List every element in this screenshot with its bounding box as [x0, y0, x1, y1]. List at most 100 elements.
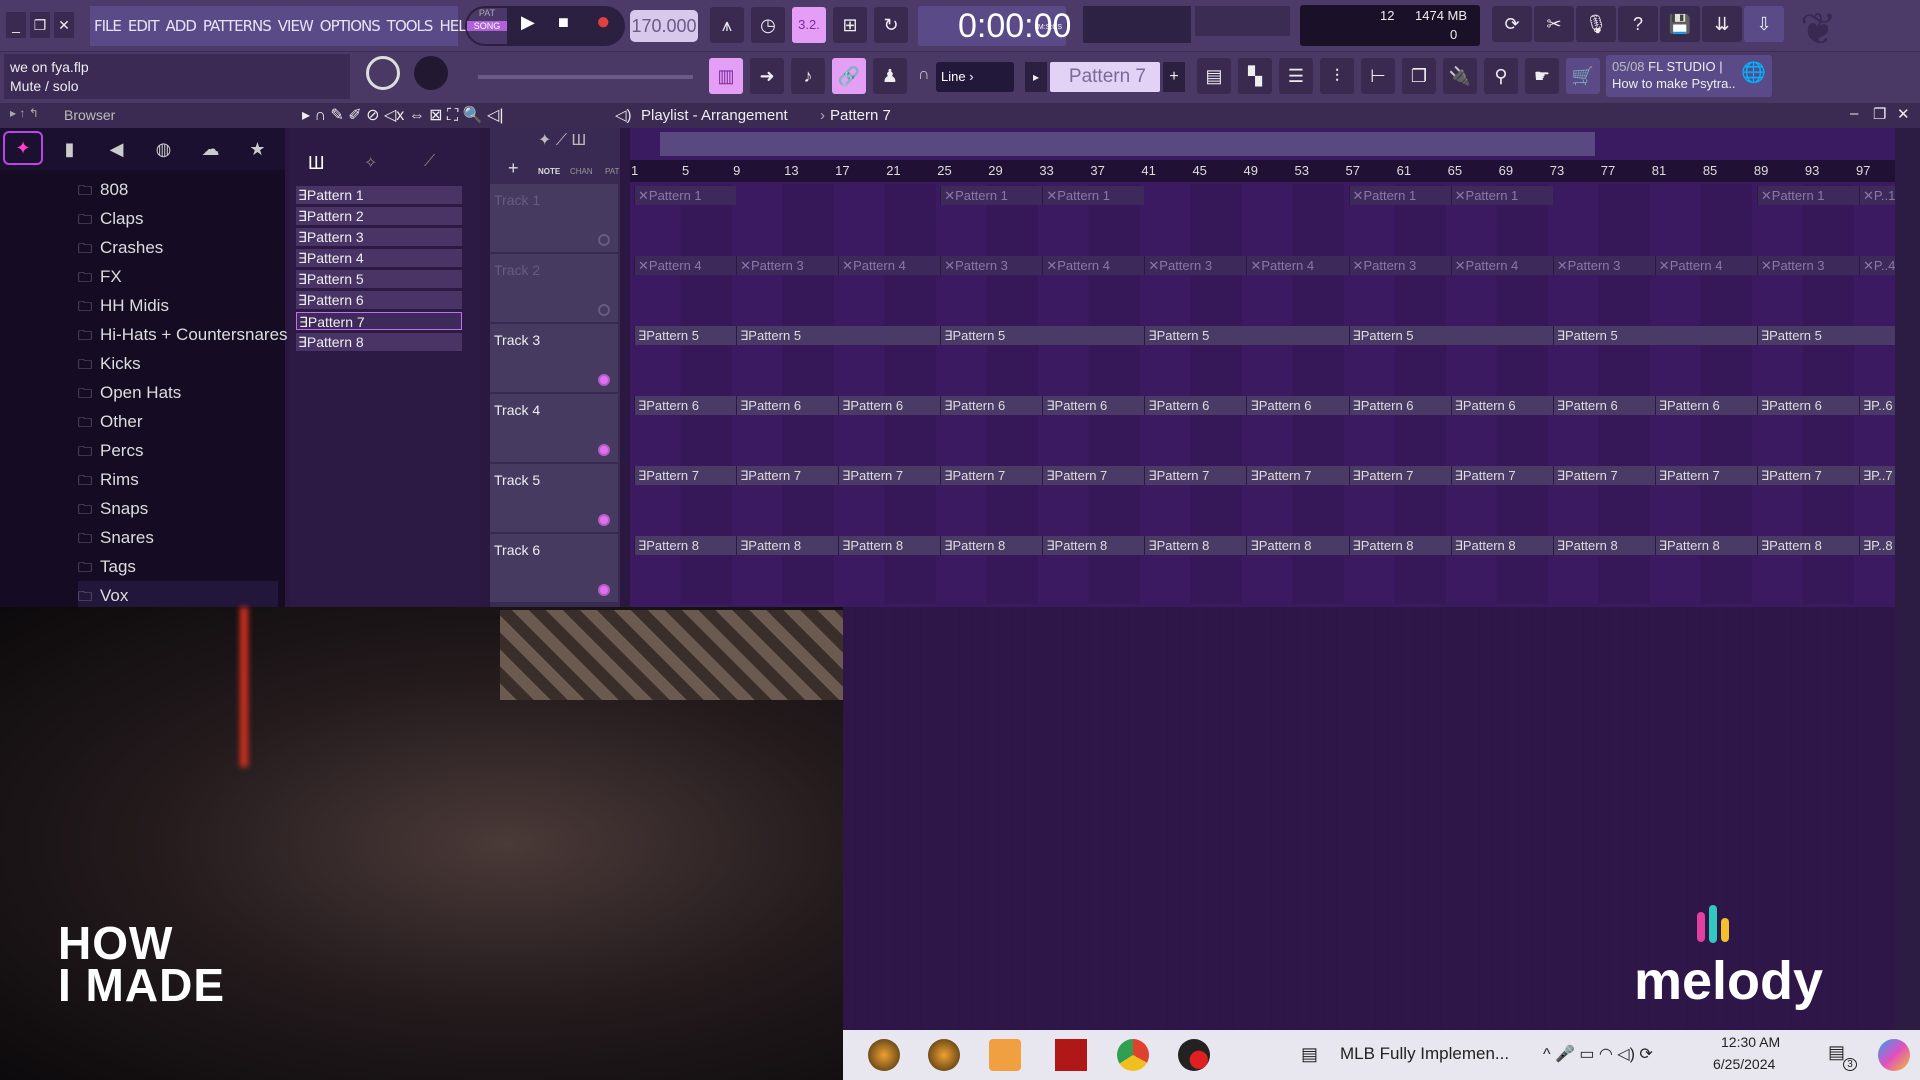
star-tab-icon[interactable]: ★ [234, 128, 281, 170]
tab-pat[interactable]: PAT [605, 167, 619, 176]
pattern-item[interactable]: ∃Pattern 4 [296, 249, 462, 267]
browser-folder[interactable]: 🗀 Open Hats [78, 378, 181, 407]
pattern-clip[interactable]: ∃Pattern 6 [940, 396, 1043, 415]
menu-view[interactable]: VIEW [278, 17, 314, 35]
undo-icon[interactable]: ⟳ [1492, 6, 1532, 42]
pattern-clip[interactable]: ∃Pattern 7 [1348, 466, 1451, 485]
pattern-clip[interactable]: ✕Pattern 4 [634, 256, 737, 275]
pattern-clip[interactable]: ∃Pattern 8 [1246, 536, 1349, 555]
pattern-clip[interactable]: ∃Pattern 7 [1552, 466, 1655, 485]
track-header[interactable]: Track 4 [490, 394, 618, 462]
browser-folder[interactable]: 🗀 HH Midis [78, 291, 169, 320]
pattern-clip[interactable]: ∃Pattern 6 [1144, 396, 1247, 415]
pattern-clip[interactable]: ✕P..1 [1858, 186, 1895, 205]
pattern-clip[interactable]: ∃Pattern 6 [1348, 396, 1451, 415]
record-button[interactable]: ● [596, 8, 611, 36]
pattern-clip[interactable]: ∃Pattern 7 [1450, 466, 1553, 485]
microphone-icon[interactable]: 🎙 [1576, 6, 1616, 42]
pattern-clip[interactable]: ✕Pattern 3 [1348, 256, 1451, 275]
audio-icon[interactable]: ✧ [364, 153, 377, 173]
playlist-close-button[interactable]: ✕ [1897, 105, 1910, 123]
browser-folder[interactable]: 🗀 Vox [78, 581, 278, 610]
browser-folder[interactable]: 🗀 FX [78, 262, 122, 291]
pattern-clip[interactable]: ∃Pattern 7 [634, 466, 737, 485]
step-edit-icon[interactable]: ⊞ [833, 7, 867, 43]
scissors-icon[interactable]: ✂ [1534, 6, 1574, 42]
globe-tab-icon[interactable]: ◍ [140, 128, 187, 170]
pattern-clip[interactable]: ∃Pattern 7 [838, 466, 941, 485]
touch-controller-icon[interactable]: ⚲ [1484, 58, 1518, 94]
vertical-scrollbar[interactable] [1895, 128, 1920, 1030]
pattern-clip[interactable]: ✕P..4 [1858, 256, 1895, 275]
pattern-clip[interactable]: ∃Pattern 8 [634, 536, 737, 555]
track-mute-led[interactable] [598, 374, 610, 386]
channel-rack-icon[interactable]: ☰ [1279, 58, 1313, 94]
track-header[interactable]: Track 1 [490, 184, 618, 252]
pattern-clip[interactable]: ✕Pattern 4 [1450, 256, 1553, 275]
link-icon[interactable]: 🔗 [832, 58, 866, 94]
download-icon[interactable]: ⇩ [1744, 6, 1784, 42]
track-header[interactable]: Track 2 [490, 254, 618, 322]
pattern-clip[interactable]: ∃Pattern 7 [736, 466, 839, 485]
pattern-clip[interactable]: ∃Pattern 7 [1042, 466, 1145, 485]
pattern-item[interactable]: ∃Pattern 2 [296, 207, 462, 225]
pat-song-toggle[interactable]: PAT SONG [467, 8, 507, 44]
draw-icon[interactable]: ♪ [791, 58, 825, 94]
pattern-clip[interactable]: ∃Pattern 7 [1246, 466, 1349, 485]
pattern-clip[interactable]: ∃Pattern 7 [1654, 466, 1757, 485]
menu-patterns[interactable]: PATTERNS [203, 17, 272, 35]
master-pitch-knob[interactable] [414, 56, 448, 90]
clock-date[interactable]: 6/25/2024 [1713, 1056, 1775, 1072]
playlist-window-icon[interactable]: ▤ [1197, 58, 1231, 94]
master-volume-knob[interactable] [366, 56, 400, 90]
pattern-clip[interactable]: ✕Pattern 3 [736, 256, 839, 275]
pattern-clip[interactable]: ✕Pattern 4 [1042, 256, 1145, 275]
files-icon[interactable]: ❐ [1402, 58, 1436, 94]
pattern-clip[interactable]: ∃Pattern 6 [1450, 396, 1553, 415]
pattern-clip[interactable]: ∃Pattern 6 [736, 396, 839, 415]
pattern-item[interactable]: ∃Pattern 6 [296, 291, 462, 309]
pattern-clip[interactable]: ∃Pattern 6 [1756, 396, 1859, 415]
pattern-clip[interactable]: ∃Pattern 6 [1654, 396, 1757, 415]
pattern-clip[interactable]: ∃Pattern 8 [1756, 536, 1859, 555]
pattern-clip[interactable]: ✕Pattern 1 [634, 186, 737, 205]
track-mute-led[interactable] [598, 584, 610, 596]
pattern-clip[interactable]: ∃Pattern 8 [1348, 536, 1451, 555]
menu-add[interactable]: ADD [166, 17, 197, 35]
playlist-maximize-button[interactable]: ❐ [1873, 105, 1886, 123]
pattern-clip[interactable]: ∃Pattern 5 [1144, 326, 1349, 345]
plugin-icon[interactable]: 🔌 [1443, 58, 1477, 94]
save-icon[interactable]: 💾 [1660, 6, 1700, 42]
pattern-clip[interactable]: ∃Pattern 5 [940, 326, 1145, 345]
menu-tools[interactable]: TOOLS [387, 17, 434, 35]
pattern-clip[interactable]: ∃Pattern 6 [1042, 396, 1145, 415]
tab-chan[interactable]: CHAN [570, 167, 593, 176]
pattern-clip[interactable]: ∃Pattern 5 [634, 326, 737, 345]
snap-select[interactable]: Line › [936, 62, 1014, 92]
hand-icon[interactable]: ☛ [1525, 58, 1559, 94]
pattern-clip[interactable]: ∃Pattern 6 [1552, 396, 1655, 415]
track-mute-led[interactable] [598, 304, 610, 316]
stop-button[interactable]: ■ [558, 12, 569, 33]
pattern-clip[interactable]: ✕Pattern 1 [1450, 186, 1553, 205]
fl-studio-taskbar-icon[interactable] [868, 1039, 900, 1071]
pattern-clip[interactable]: ✕Pattern 4 [1246, 256, 1349, 275]
browser-folder[interactable]: 🗀 Other [78, 407, 143, 436]
add-track-button[interactable]: + [508, 158, 519, 179]
cloud-tab-icon[interactable]: ☁ [187, 128, 234, 170]
pattern-item[interactable]: ∃Pattern 7 [296, 312, 462, 330]
overview-scrollbar[interactable] [660, 132, 1595, 156]
pattern-clip[interactable]: ∃P..6 [1858, 396, 1895, 415]
mixer-icon[interactable]: ⫶ [1320, 58, 1354, 94]
mixer-knob-icon[interactable]: ♟ [873, 58, 907, 94]
playlist-icon[interactable]: ▥ [709, 58, 743, 94]
pattern-clip[interactable]: ✕Pattern 3 [940, 256, 1043, 275]
time-display[interactable]: 0:00:00 M:S:CS [918, 6, 1071, 46]
play-button[interactable]: ▶ [521, 12, 535, 33]
export-icon[interactable]: ⇊ [1702, 6, 1742, 42]
pattern-clip[interactable]: ∃Pattern 5 [1348, 326, 1553, 345]
pattern-selector[interactable]: Pattern 7 [1050, 62, 1160, 92]
pattern-clip[interactable]: ✕Pattern 1 [1042, 186, 1145, 205]
menu-edit[interactable]: EDIT [128, 17, 160, 35]
pattern-item[interactable]: ∃Pattern 3 [296, 228, 462, 246]
